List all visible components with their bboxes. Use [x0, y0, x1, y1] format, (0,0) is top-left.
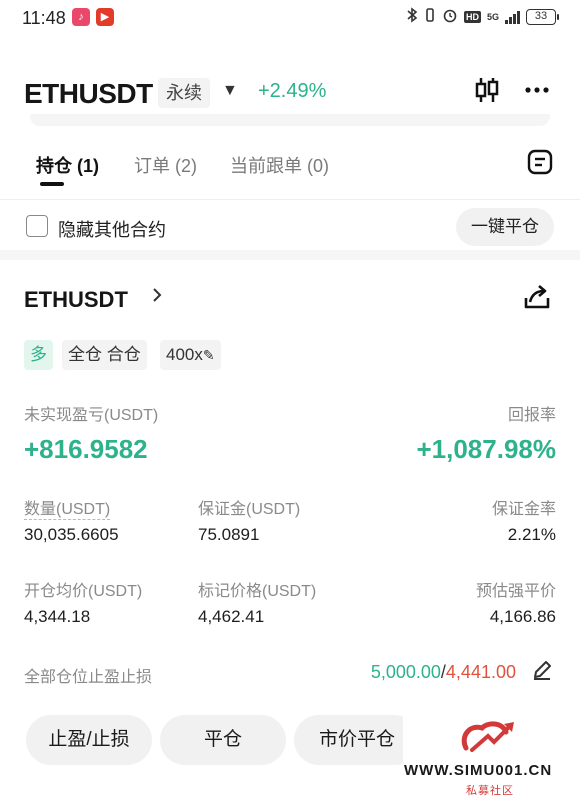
unrealized-pnl-label: 未实现盈亏(USDT) [24, 407, 159, 424]
contract-type-tag: 永续 [158, 78, 210, 108]
roe-label: 回报率 [507, 407, 556, 424]
bluetooth-icon [406, 7, 418, 27]
tpsl-values: 5,000.00/4,441.00 [371, 662, 516, 683]
hd-icon: HD [463, 11, 481, 23]
market-close-button[interactable]: 市价平仓 [294, 715, 420, 765]
music-app-icon: ♪ [72, 8, 90, 26]
listen-app-icon: ▶ [96, 8, 114, 26]
quantity-value: 30,035.6605 [24, 525, 119, 544]
margin-value: 75.0891 [198, 525, 260, 544]
chevron-right-icon[interactable] [150, 286, 164, 309]
close-position-button[interactable]: 平仓 [160, 715, 286, 765]
tab-orders[interactable]: 订单 (2) [134, 152, 197, 178]
tab-bar: 持仓 (1) 订单 (2) 当前跟单 (0) [0, 140, 580, 190]
hide-other-checkbox[interactable] [26, 215, 48, 237]
document-icon[interactable] [526, 148, 554, 176]
liq-price-label: 预估强平价 [475, 583, 556, 600]
leverage-value: 400x [166, 345, 203, 364]
watermark-name: 私募社区 [466, 785, 514, 797]
close-all-button[interactable]: 一键平仓 [456, 208, 554, 246]
alarm-icon [442, 7, 458, 27]
watermark-url: WWW.SIMU001.CN [404, 762, 553, 779]
entry-price-value: 4,344.18 [24, 607, 91, 626]
status-icons: HD 5G 33 [406, 7, 559, 27]
signal-icon [505, 10, 520, 24]
price-change: +2.49% [258, 80, 327, 102]
side-tag: 多 [24, 340, 53, 370]
vibrate-icon [424, 7, 436, 27]
tab-positions[interactable]: 持仓 (1) [36, 152, 99, 178]
tab-indicator [40, 182, 64, 186]
watermark-logo [461, 721, 514, 752]
unrealized-pnl-value: +816.9582 [24, 434, 148, 464]
margin-ratio-label: 保证金率 [491, 501, 556, 518]
quantity-label[interactable]: 数量(USDT) [24, 495, 111, 520]
entry-price-label: 开仓均价(USDT) [24, 583, 143, 600]
stop-loss-value: 4,441.00 [445, 662, 516, 682]
status-bar: 11:48 ♪ ▶ HD 5G 33 [0, 0, 580, 36]
liq-price-value: 4,166.86 [489, 607, 556, 626]
mark-price-value: 4,462.41 [198, 607, 265, 626]
status-time: 11:48 [22, 8, 66, 28]
margin-label: 保证金(USDT) [198, 501, 301, 518]
leverage-tag[interactable]: 400x✎ [160, 340, 221, 370]
tab-copy-trading[interactable]: 当前跟单 (0) [230, 152, 329, 178]
edit-leverage-icon[interactable]: ✎ [203, 347, 215, 363]
battery-level: 33 [534, 10, 548, 22]
share-icon[interactable] [522, 282, 552, 312]
contract-header: ETHUSDT 永续 ▼ +2.49% [0, 70, 580, 116]
margin-mode-tag: 全仓 合仓 [62, 340, 147, 370]
margin-ratio-value: 2.21% [507, 525, 556, 544]
section-gap [0, 250, 580, 260]
take-profit-value: 5,000.00 [370, 662, 441, 682]
battery-icon: 33 [526, 9, 559, 25]
network-type: 5G [486, 11, 499, 22]
kline-icon[interactable] [472, 75, 502, 105]
mark-price-label: 标记价格(USDT) [198, 583, 317, 600]
hide-other-label[interactable]: 隐藏其他合约 [58, 216, 166, 242]
filter-row: 隐藏其他合约 一键平仓 [0, 204, 580, 250]
tpsl-label: 全部仓位止盈止损 [24, 669, 153, 686]
roe-value: +1,087.98% [416, 434, 556, 464]
caret-down-icon[interactable]: ▼ [222, 82, 238, 100]
more-icon[interactable] [522, 75, 552, 105]
edit-icon[interactable] [530, 658, 554, 682]
symbol-title[interactable]: ETHUSDT [24, 78, 153, 110]
tabs-divider [0, 199, 580, 200]
header-shadow [30, 114, 550, 126]
tpsl-button[interactable]: 止盈/止损 [26, 715, 152, 765]
position-symbol[interactable]: ETHUSDT [24, 287, 128, 313]
